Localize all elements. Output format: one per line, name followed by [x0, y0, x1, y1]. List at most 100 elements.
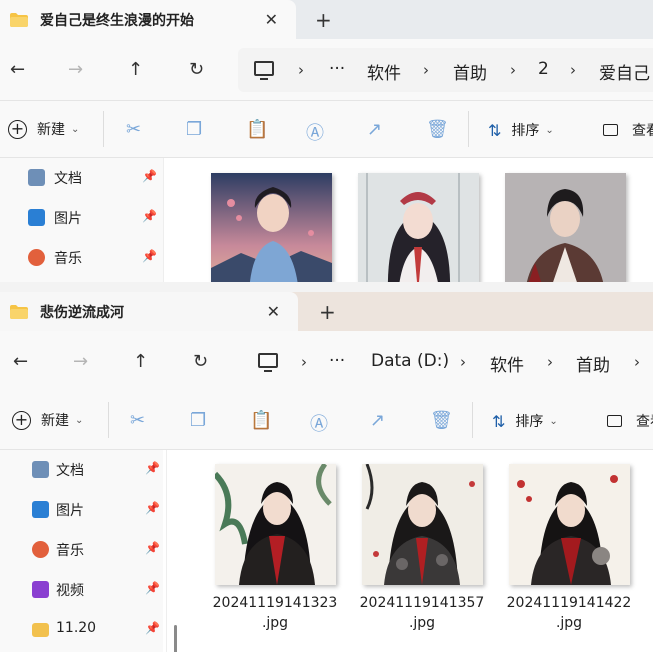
sidebar-item-label: 图片: [56, 503, 84, 519]
scrollbar[interactable]: [166, 450, 181, 652]
sidebar-item-pictures[interactable]: 图片 📌: [0, 198, 163, 238]
navigation-pane: 文档 📌 图片 📌 音乐 📌: [0, 158, 163, 282]
sidebar-item-music[interactable]: 音乐 📌: [0, 238, 163, 278]
sidebar-item-label: 文档: [54, 171, 82, 187]
image-thumbnail[interactable]: [509, 464, 630, 585]
pin-icon[interactable]: 📌: [145, 621, 160, 635]
share-icon[interactable]: ↗: [367, 119, 382, 140]
breadcrumb-overflow[interactable]: ···: [329, 351, 345, 371]
back-arrow-icon[interactable]: ←: [13, 351, 28, 372]
portrait-image: [362, 464, 483, 585]
sidebar-item-music[interactable]: 音乐 📌: [0, 530, 163, 570]
breadcrumb-item[interactable]: 软件: [490, 351, 524, 376]
refresh-icon[interactable]: ↻: [193, 351, 208, 372]
image-thumbnail[interactable]: [211, 173, 332, 282]
scrollbar[interactable]: [163, 158, 178, 282]
breadcrumb-item[interactable]: 2: [538, 59, 549, 79]
chevron-right-icon: ›: [547, 353, 553, 371]
new-label: 新建: [37, 122, 65, 138]
tab-active[interactable]: 爱自己是终生浪漫的开始 ✕: [0, 0, 296, 39]
file-name-line: 20241119141357: [359, 595, 485, 611]
file-name[interactable]: 20241119141323 .jpg: [205, 593, 345, 633]
new-tab-icon[interactable]: +: [319, 300, 336, 324]
pin-icon[interactable]: 📌: [145, 501, 160, 515]
image-thumbnail[interactable]: [362, 464, 483, 585]
sidebar-item-videos[interactable]: 视频 📌: [0, 570, 163, 610]
toolbar-divider: [468, 111, 469, 147]
this-pc-icon[interactable]: [254, 61, 274, 80]
delete-icon[interactable]: 🗑: [430, 410, 453, 431]
chevron-right-icon: ›: [298, 61, 304, 79]
rename-icon[interactable]: Ⓐ: [306, 119, 324, 145]
rename-icon[interactable]: Ⓐ: [310, 410, 328, 436]
explorer-window-1: 爱自己是终生浪漫的开始 ✕ + ← → ↑ ↻ › ··· 软件 › 首助 › …: [0, 0, 653, 282]
video-icon: [32, 581, 49, 598]
sidebar-item-pictures[interactable]: 图片 📌: [0, 490, 163, 530]
address-bar[interactable]: › ··· 软件 › 首助 › 2 › 爱自己: [238, 48, 653, 92]
breadcrumb-overflow[interactable]: ···: [329, 59, 345, 79]
sidebar-item-label: 音乐: [54, 251, 82, 267]
sidebar-item-documents[interactable]: 文档 📌: [0, 450, 163, 490]
up-arrow-icon[interactable]: ↑: [128, 59, 143, 80]
sidebar-item-label: 音乐: [56, 543, 84, 559]
copy-icon[interactable]: ❐: [190, 410, 206, 431]
pin-icon[interactable]: 📌: [145, 541, 160, 555]
image-thumbnail[interactable]: [215, 464, 336, 585]
folder-icon: [10, 12, 28, 27]
pin-icon[interactable]: 📌: [142, 209, 157, 223]
portrait-image: [505, 173, 626, 282]
share-icon[interactable]: ↗: [370, 410, 385, 431]
view-icon: [603, 124, 618, 136]
view-button[interactable]: 查看: [607, 411, 653, 431]
breadcrumb-item[interactable]: 爱自己: [599, 59, 650, 84]
back-arrow-icon[interactable]: ←: [10, 59, 25, 80]
tab-active[interactable]: 悲伤逆流成河 ✕: [0, 292, 298, 331]
new-button[interactable]: + 新建 ⌄: [8, 119, 79, 139]
paste-icon[interactable]: 📋: [246, 119, 268, 140]
breadcrumb-item[interactable]: 首助: [576, 351, 610, 376]
close-tab-icon[interactable]: ✕: [265, 10, 278, 29]
forward-arrow-icon[interactable]: →: [68, 59, 83, 80]
breadcrumb-item[interactable]: Data (D:): [371, 351, 449, 371]
address-bar[interactable]: › ··· Data (D:) › 软件 › 首助 ›: [242, 340, 653, 384]
forward-arrow-icon[interactable]: →: [73, 351, 88, 372]
copy-icon[interactable]: ❐: [186, 119, 202, 140]
this-pc-icon[interactable]: [258, 353, 278, 372]
scrollbar-thumb[interactable]: [174, 625, 177, 652]
refresh-icon[interactable]: ↻: [189, 59, 204, 80]
pictures-icon: [32, 501, 49, 518]
sort-icon: ⇅: [488, 120, 502, 140]
view-button[interactable]: 查看: [603, 120, 653, 140]
pin-icon[interactable]: 📌: [142, 249, 157, 263]
pin-icon[interactable]: 📌: [145, 461, 160, 475]
sidebar-item-label: 文档: [56, 463, 84, 479]
toolbar-divider: [103, 111, 104, 147]
pin-icon[interactable]: 📌: [145, 581, 160, 595]
pin-icon[interactable]: 📌: [142, 169, 157, 183]
close-tab-icon[interactable]: ✕: [267, 302, 280, 321]
breadcrumb-item[interactable]: 软件: [367, 59, 401, 84]
file-extension: .jpg: [261, 615, 289, 631]
chevron-right-icon: ›: [301, 353, 307, 371]
pictures-icon: [28, 209, 45, 226]
new-tab-icon[interactable]: +: [315, 8, 332, 32]
up-arrow-icon[interactable]: ↑: [133, 351, 148, 372]
tab-bar: 爱自己是终生浪漫的开始 ✕ +: [0, 0, 653, 39]
sidebar-item-folder[interactable]: 11.20 📌: [0, 610, 163, 650]
file-name[interactable]: 20241119141422 .jpg: [499, 593, 639, 633]
sort-button[interactable]: ⇅ 排序 ⌄: [488, 120, 554, 140]
sidebar-item-label: 视频: [56, 583, 84, 599]
cut-icon[interactable]: ✂: [126, 119, 141, 140]
cut-icon[interactable]: ✂: [130, 410, 145, 431]
delete-icon[interactable]: 🗑: [426, 119, 449, 140]
file-name[interactable]: 20241119141357 .jpg: [352, 593, 492, 633]
breadcrumb-item[interactable]: 首助: [453, 59, 487, 84]
toolbar-divider: [472, 402, 473, 438]
image-thumbnail[interactable]: [358, 173, 479, 282]
image-thumbnail[interactable]: [505, 173, 626, 282]
sidebar-item-documents[interactable]: 文档 📌: [0, 158, 163, 198]
paste-icon[interactable]: 📋: [250, 410, 272, 431]
new-button[interactable]: + 新建 ⌄: [12, 410, 83, 430]
navigation-pane: 文档 📌 图片 📌 音乐 📌 视频 📌 11.20 📌: [0, 450, 163, 652]
sort-button[interactable]: ⇅ 排序 ⌄: [492, 411, 558, 431]
